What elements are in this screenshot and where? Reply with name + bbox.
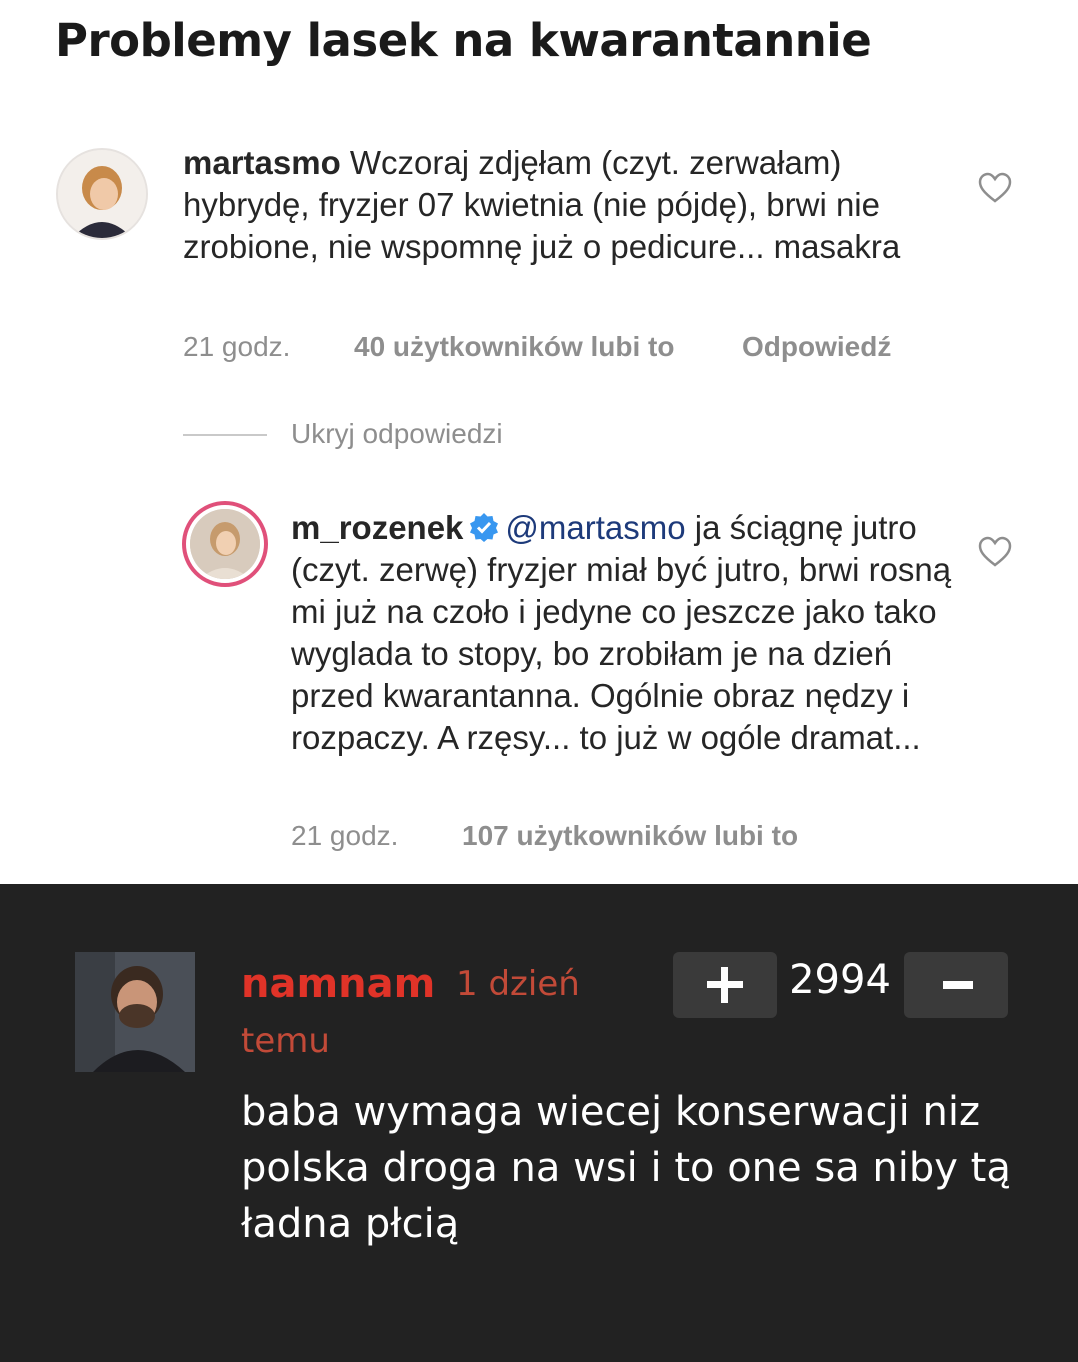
hide-replies-button[interactable]: Ukryj odpowiedzi (291, 418, 503, 450)
comment-author[interactable]: namnam (241, 961, 435, 1007)
heart-outline-icon[interactable] (978, 172, 1012, 204)
comment-username[interactable]: martasmo (183, 144, 341, 181)
reply-time: 21 godz. (291, 820, 399, 851)
upvote-button[interactable] (673, 952, 777, 1018)
comment-time: 21 godz. (183, 331, 291, 362)
avatar-m-rozenek[interactable] (182, 501, 268, 587)
reply-text: ja ściągnę jutro (czyt. zerwę) fryzjer m… (291, 509, 952, 756)
verified-badge-icon (470, 513, 499, 542)
downvote-button[interactable] (904, 952, 1008, 1018)
mention-link[interactable]: @martasmo (505, 509, 685, 546)
vote-score: 2994 (789, 957, 891, 1003)
reply-m-rozenek: m_rozenek @martasmo ja ściągnę jutro (cz… (291, 507, 971, 759)
avatar-martasmo[interactable] (56, 148, 148, 240)
replies-divider (183, 434, 267, 436)
reply-link[interactable]: Odpowiedź (742, 331, 891, 363)
post-title: Problemy lasek na kwarantannie (55, 14, 872, 67)
comment-age: 1 dzień (456, 964, 580, 1004)
comment-likes-link[interactable]: 40 użytkowników lubi to (354, 331, 674, 363)
avatar-namnam[interactable] (75, 952, 195, 1072)
instagram-screenshot: Problemy lasek na kwarantannie martasmo … (0, 0, 1078, 884)
comment-martasmo: martasmo Wczoraj zdjęłam (czyt. zerwałam… (183, 142, 923, 268)
heart-outline-icon[interactable] (978, 536, 1012, 568)
comment-age-suffix: temu (241, 1021, 330, 1061)
site-comment-text: baba wymaga wiecej konserwacji niz polsk… (241, 1089, 1011, 1247)
reply-likes-link[interactable]: 107 użytkowników lubi to (462, 820, 798, 852)
reply-username[interactable]: m_rozenek (291, 509, 463, 546)
